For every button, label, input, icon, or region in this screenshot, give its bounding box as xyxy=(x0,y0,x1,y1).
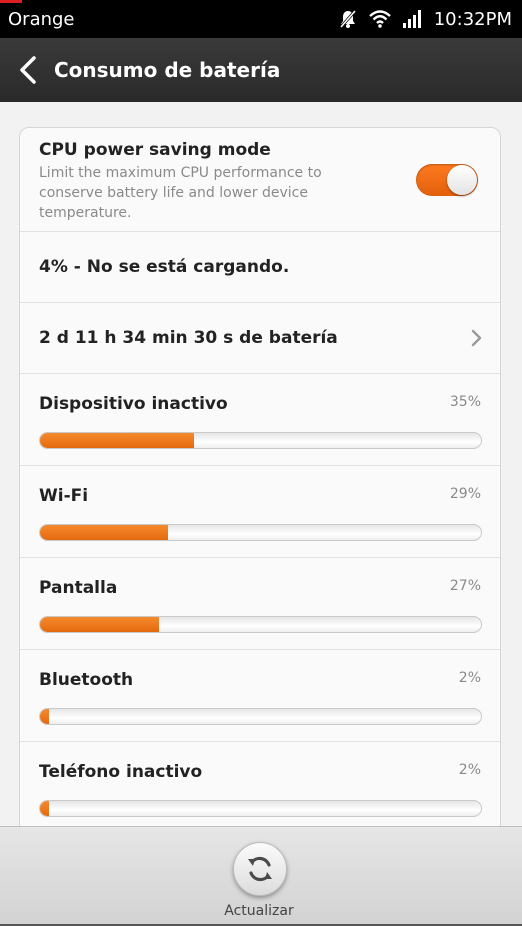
status-indicator xyxy=(0,0,22,3)
cpu-saving-description: Limit the maximum CPU performance to con… xyxy=(39,165,322,221)
toggle-knob xyxy=(447,165,477,195)
battery-status: 4% - No se está cargando. xyxy=(39,257,290,277)
usage-row[interactable]: Teléfono inactivo 2% xyxy=(20,742,500,826)
battery-time: 2 d 11 h 34 min 30 s de batería xyxy=(39,328,338,348)
usage-bar xyxy=(39,524,482,541)
chevron-right-icon xyxy=(471,329,482,347)
title-bar: Consumo de batería xyxy=(0,38,522,102)
back-button[interactable] xyxy=(14,52,42,88)
status-bar: Orange 10:32PM xyxy=(0,0,522,38)
refresh-icon xyxy=(248,856,272,882)
cpu-saving-title: CPU power saving mode xyxy=(39,140,271,160)
clock: 10:32PM xyxy=(433,8,512,30)
usage-bar xyxy=(39,432,482,449)
battery-status-row: 4% - No se está cargando. xyxy=(20,232,500,303)
usage-label: Bluetooth xyxy=(39,670,134,690)
cpu-saving-toggle[interactable] xyxy=(416,164,478,196)
usage-row[interactable]: Bluetooth 2% xyxy=(20,650,500,742)
usage-bar-fill xyxy=(40,525,168,540)
carrier-name: Orange xyxy=(8,8,75,30)
usage-label: Dispositivo inactivo xyxy=(39,394,228,414)
usage-bar xyxy=(39,708,482,725)
bottom-bar: Actualizar xyxy=(0,826,522,926)
usage-bar-fill xyxy=(40,709,49,724)
refresh-button[interactable] xyxy=(233,842,287,896)
back-arrow-icon xyxy=(20,56,36,84)
cpu-saving-row: CPU power saving mode Limit the maximum … xyxy=(20,128,500,232)
battery-time-row[interactable]: 2 d 11 h 34 min 30 s de batería xyxy=(20,303,500,374)
usage-percent: 2% xyxy=(458,670,481,686)
usage-percent: 2% xyxy=(458,762,481,778)
usage-row[interactable]: Dispositivo inactivo 35% xyxy=(20,374,500,466)
usage-percent: 35% xyxy=(449,394,481,410)
usage-percent: 29% xyxy=(449,486,481,502)
usage-bar xyxy=(39,800,482,817)
usage-row[interactable]: Wi-Fi 29% xyxy=(20,466,500,558)
usage-bar-fill xyxy=(40,617,160,632)
usage-bar-fill xyxy=(40,433,195,448)
refresh-label: Actualizar xyxy=(224,903,294,919)
usage-label: Pantalla xyxy=(39,578,118,598)
notifications-muted-icon xyxy=(338,9,358,29)
usage-percent: 27% xyxy=(449,578,481,594)
usage-label: Wi-Fi xyxy=(39,486,89,506)
signal-icon xyxy=(402,9,424,29)
usage-bar xyxy=(39,616,482,633)
page-title: Consumo de batería xyxy=(54,58,281,82)
usage-bar-fill xyxy=(40,801,49,816)
battery-card: CPU power saving mode Limit the maximum … xyxy=(19,127,501,827)
usage-row[interactable]: Pantalla 27% xyxy=(20,558,500,650)
usage-label: Teléfono inactivo xyxy=(39,762,203,782)
wifi-icon xyxy=(368,9,392,29)
